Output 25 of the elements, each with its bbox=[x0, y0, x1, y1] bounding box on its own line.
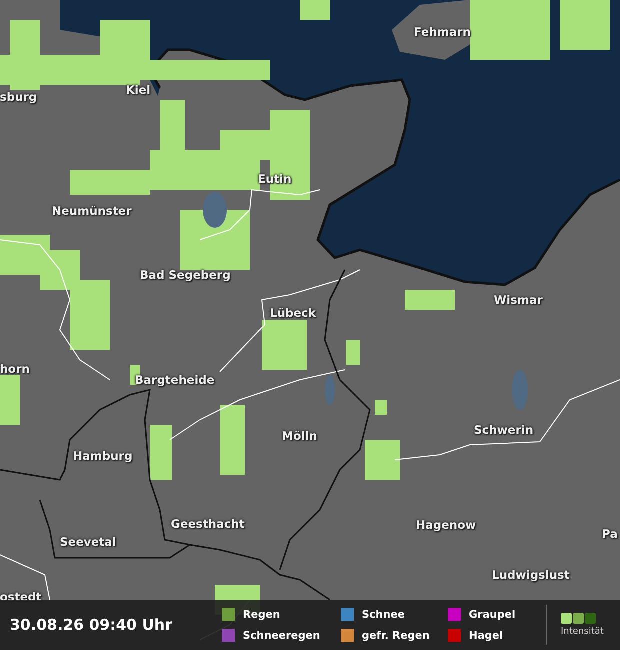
legend-label: Schnee bbox=[362, 608, 405, 620]
city-label: Bad Segeberg bbox=[140, 268, 231, 282]
city-label: sburg bbox=[0, 90, 38, 104]
city-label: Ludwigslust bbox=[492, 568, 570, 582]
city-label: ostedt bbox=[0, 590, 42, 604]
city-label: horn bbox=[0, 362, 30, 376]
intensity-label: Intensität bbox=[561, 627, 604, 637]
city-label: Geesthacht bbox=[171, 517, 245, 531]
city-label: Pa bbox=[602, 527, 618, 541]
city-label: Seevetal bbox=[60, 535, 116, 549]
city-label: Wismar bbox=[494, 293, 543, 307]
city-label: Neumünster bbox=[52, 204, 132, 218]
legend-label: Graupel bbox=[469, 608, 516, 620]
legend-label: Hagel bbox=[469, 630, 504, 642]
legend-label: Regen bbox=[243, 608, 280, 620]
city-label: Schwerin bbox=[474, 423, 534, 437]
city-label: Kiel bbox=[126, 83, 151, 97]
city-label: Hagenow bbox=[416, 518, 476, 532]
legend-label: Schneeregen bbox=[243, 630, 320, 642]
city-label: Lübeck bbox=[270, 306, 316, 320]
timestamp: 30.08.26 09:40 Uhr bbox=[10, 616, 174, 634]
city-label: Mölln bbox=[282, 429, 318, 443]
city-label: Hamburg bbox=[73, 449, 133, 463]
city-label: Fehmarn bbox=[414, 25, 471, 39]
legend-label: gefr. Regen bbox=[362, 630, 430, 642]
